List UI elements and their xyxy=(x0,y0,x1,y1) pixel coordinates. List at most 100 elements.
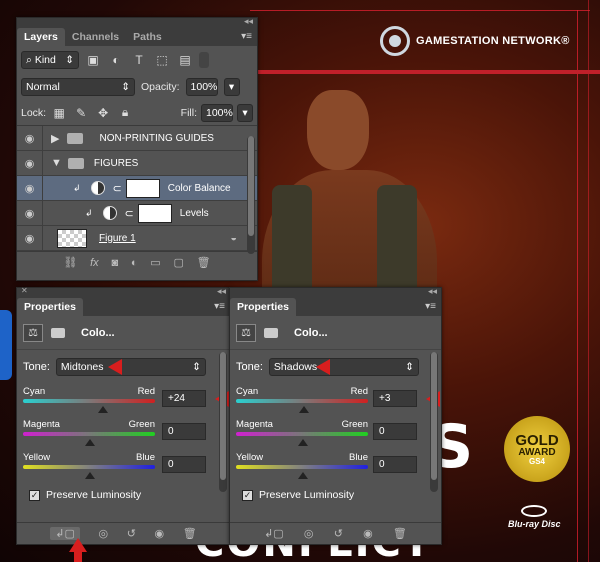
filter-shape-icon[interactable]: ⬚ xyxy=(153,51,171,69)
smart-object-thumbnail[interactable] xyxy=(57,228,87,248)
fill-dropdown-icon[interactable]: ▾ xyxy=(237,103,253,122)
panel-menu-icon[interactable]: ▾≡ xyxy=(425,301,436,312)
tone-select[interactable]: Shadows ⇕ xyxy=(268,358,419,376)
visibility-eye-icon[interactable]: ◉ xyxy=(17,226,43,250)
fill-field[interactable]: 100% xyxy=(201,103,233,122)
link-icon[interactable]: ⛓ xyxy=(63,256,77,269)
gold-award-badge: GOLD AWARD GS4 xyxy=(504,416,570,482)
cyan-red-value[interactable]: +24 xyxy=(162,390,206,407)
properties-scrollbar[interactable] xyxy=(219,352,227,492)
layer-row-nonprinting-guides[interactable]: ◉ ▶ NON-PRINTING GUIDES xyxy=(17,126,257,151)
guide-line xyxy=(588,0,589,562)
preserve-luminosity-checkbox[interactable]: ✓ xyxy=(29,489,40,501)
disclosure-triangle-icon[interactable]: ▶ xyxy=(51,132,59,145)
blend-mode-select[interactable]: Normal ⇕ xyxy=(21,78,135,96)
trash-icon[interactable]: 🗑︎ xyxy=(393,527,407,540)
lock-move-icon[interactable]: ✥ xyxy=(94,104,112,122)
lock-transparent-icon[interactable]: ▦ xyxy=(50,104,68,122)
annotation-arrow xyxy=(316,359,330,375)
collapse-icon[interactable]: ◂◂ xyxy=(244,16,253,27)
filter-smart-icon[interactable]: ▤ xyxy=(176,51,194,69)
filter-adjustment-icon[interactable]: ◐ xyxy=(107,51,125,69)
trash-icon[interactable]: 🗑︎ xyxy=(197,256,211,269)
slider-knob[interactable] xyxy=(298,472,308,479)
folder-icon[interactable]: ▭ xyxy=(150,256,160,269)
visibility-eye-icon[interactable]: ◉ xyxy=(17,126,43,150)
layer-effects-icon[interactable]: ◒ xyxy=(230,232,237,244)
tab-properties[interactable]: Properties xyxy=(17,298,83,316)
annotation-arrow-stem xyxy=(74,550,82,562)
color-balance-icon[interactable]: ⚖ xyxy=(236,323,256,342)
collapse-icon[interactable]: ◂◂ xyxy=(217,286,226,297)
disclosure-triangle-icon[interactable]: ▼ xyxy=(51,157,62,169)
adjustment-icon[interactable]: ◐ xyxy=(131,257,138,269)
magenta-green-slider[interactable]: Magenta Green 0 xyxy=(230,417,441,450)
yellow-blue-slider[interactable]: Yellow Blue 0 xyxy=(230,450,441,483)
slider-knob[interactable] xyxy=(85,439,95,446)
magenta-green-slider[interactable]: Magenta Green 0 xyxy=(17,417,230,450)
preserve-luminosity-checkbox[interactable]: ✓ xyxy=(242,489,253,501)
tab-properties[interactable]: Properties xyxy=(230,298,296,316)
panel-menu-icon[interactable]: ▾≡ xyxy=(214,301,225,312)
layer-row-figures[interactable]: ◉ ▼ FIGURES xyxy=(17,151,257,176)
mask-icon[interactable]: ◙ xyxy=(111,257,118,269)
lock-paint-icon[interactable]: ✎ xyxy=(72,104,90,122)
layer-row-levels[interactable]: ◉ ↲ ⊂ Levels xyxy=(17,201,257,226)
view-previous-icon[interactable]: ◎ xyxy=(99,527,109,540)
view-previous-icon[interactable]: ◎ xyxy=(304,527,314,540)
lock-all-icon[interactable]: 🔒︎ xyxy=(116,104,134,122)
yellow-blue-value[interactable]: 0 xyxy=(162,456,206,473)
trash-icon[interactable]: 🗑︎ xyxy=(183,527,197,540)
yellow-blue-slider[interactable]: Yellow Blue 0 xyxy=(17,450,230,483)
toggle-visibility-icon[interactable]: ◉ xyxy=(155,527,165,540)
cyan-red-value[interactable]: +3 xyxy=(373,390,417,407)
yellow-blue-value[interactable]: 0 xyxy=(373,456,417,473)
chevron-updown-icon: ⇕ xyxy=(65,54,74,66)
properties-scrollbar[interactable] xyxy=(430,352,438,492)
toggle-visibility-icon[interactable]: ◉ xyxy=(363,527,373,540)
tab-layers[interactable]: Layers xyxy=(17,28,65,46)
layers-scrollbar[interactable] xyxy=(247,136,255,254)
link-icon[interactable]: ⊂ xyxy=(113,182,122,195)
visibility-eye-icon[interactable]: ◉ xyxy=(17,176,43,200)
filter-pixel-icon[interactable]: ▣ xyxy=(84,51,102,69)
filter-kind-select[interactable]: ⌕ Kind ⇕ xyxy=(21,51,79,69)
network-logo: GAMESTATION NETWORK® xyxy=(380,26,570,56)
new-layer-icon[interactable]: ▢ xyxy=(173,256,183,269)
cyan-red-slider[interactable]: Cyan Red +24 xyxy=(17,384,230,417)
visibility-eye-icon[interactable]: ◉ xyxy=(17,201,43,225)
opacity-dropdown-icon[interactable]: ▾ xyxy=(223,78,240,96)
mask-icon[interactable] xyxy=(261,324,281,342)
panel-menu-icon[interactable]: ▾≡ xyxy=(241,31,252,42)
magenta-green-value[interactable]: 0 xyxy=(162,423,206,440)
reset-icon[interactable]: ↺ xyxy=(334,527,343,540)
slider-knob[interactable] xyxy=(98,406,108,413)
magenta-green-value[interactable]: 0 xyxy=(373,423,417,440)
layer-mask-thumbnail[interactable] xyxy=(125,178,160,198)
clip-to-layer-icon[interactable]: ↲▢ xyxy=(264,527,284,540)
mask-icon[interactable] xyxy=(48,324,68,342)
visibility-eye-icon[interactable]: ◉ xyxy=(17,151,43,175)
link-icon[interactable]: ⊂ xyxy=(125,207,134,220)
opacity-label: Opacity: xyxy=(141,81,180,93)
filter-toggle-icon[interactable] xyxy=(199,52,209,68)
annotation-arrow xyxy=(108,359,122,375)
opacity-field[interactable]: 100% xyxy=(185,78,218,96)
slider-knob[interactable] xyxy=(85,472,95,479)
tone-select[interactable]: Midtones ⇕ xyxy=(55,358,206,376)
tab-paths[interactable]: Paths xyxy=(126,28,169,46)
slider-knob[interactable] xyxy=(298,439,308,446)
tab-channels[interactable]: Channels xyxy=(65,28,126,46)
color-balance-icon[interactable]: ⚖ xyxy=(23,323,43,342)
disc-icon xyxy=(521,505,548,517)
layer-row-color-balance[interactable]: ◉ ↲ ⊂ Color Balance xyxy=(17,176,257,201)
fx-icon[interactable]: fx xyxy=(90,257,99,269)
layer-mask-thumbnail[interactable] xyxy=(137,203,172,223)
close-icon[interactable]: ✕ xyxy=(21,286,28,295)
cyan-red-slider[interactable]: Cyan Red +3 xyxy=(230,384,441,417)
slider-knob[interactable] xyxy=(299,406,309,413)
reset-icon[interactable]: ↺ xyxy=(127,527,136,540)
collapse-icon[interactable]: ◂◂ xyxy=(428,286,437,297)
filter-type-icon[interactable]: T xyxy=(130,51,148,69)
layer-row-figure-1[interactable]: ◉ Figure 1 ◒ xyxy=(17,226,257,251)
